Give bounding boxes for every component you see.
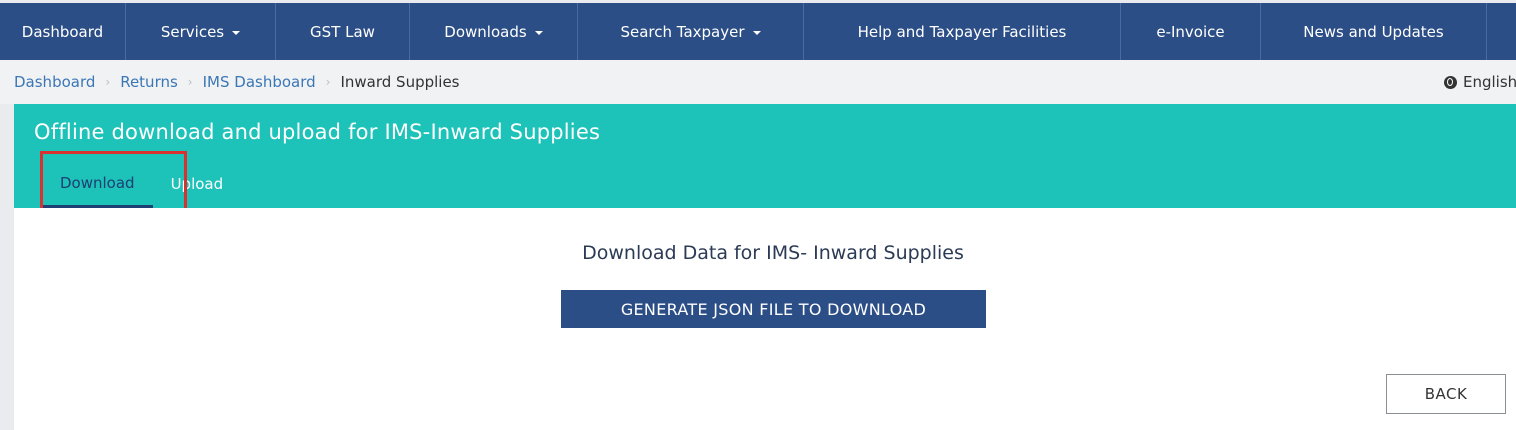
section-heading: Download Data for IMS- Inward Supplies [582,242,964,264]
caret-down-icon [232,30,241,35]
nav-item-label: Help and Taxpayer Facilities [857,22,1067,41]
breadcrumb-separator: › [187,75,193,89]
back-button[interactable]: BACK [1386,374,1506,414]
main-content: Download Data for IMS- Inward Supplies G… [14,208,1516,430]
nav-item-downloads[interactable]: Downloads [410,3,578,60]
nav-item-label: News and Updates [1303,22,1444,41]
nav-item-dashboard[interactable]: Dashboard [0,3,126,60]
language-selector[interactable]: English [1444,60,1516,104]
nav-item-news-updates[interactable]: News and Updates [1261,3,1487,60]
breadcrumb-item-current: Inward Supplies [340,73,460,91]
page: Dashboard Services GST Law Downloads Sea… [0,0,1516,430]
breadcrumb-item-ims-dashboard[interactable]: IMS Dashboard [203,73,316,91]
nav-item-label: Dashboard [21,22,104,41]
generate-json-button[interactable]: GENERATE JSON FILE TO DOWNLOAD [561,290,986,328]
breadcrumb-separator: › [105,75,111,89]
caret-down-icon [752,30,761,35]
language-label: English [1463,73,1516,91]
nav-item-label: Services [160,22,225,41]
page-header: Offline download and upload for IMS-Inwa… [14,104,1516,208]
nav-item-label: e-Invoice [1156,22,1225,41]
page-title: Offline download and upload for IMS-Inwa… [34,120,601,144]
breadcrumb-separator: › [325,75,331,89]
breadcrumb: Dashboard › Returns › IMS Dashboard › In… [0,60,1516,104]
nav-item-help-taxpayer-facilities[interactable]: Help and Taxpayer Facilities [804,3,1121,60]
tab-label: Upload [170,175,224,193]
nav-item-search-taxpayer[interactable]: Search Taxpayer [578,3,804,60]
tab-label: Download [60,173,135,192]
tab-download[interactable]: Download [42,160,153,208]
nav-item-services[interactable]: Services [126,3,276,60]
top-navigation: Dashboard Services GST Law Downloads Sea… [0,3,1516,60]
tab-upload[interactable]: Upload [153,160,242,208]
nav-item-label: GST Law [310,22,375,41]
breadcrumb-item-returns[interactable]: Returns [120,73,178,91]
globe-icon [1444,75,1457,89]
caret-down-icon [534,30,543,35]
tab-bar: Download Upload [42,160,241,208]
breadcrumb-item-dashboard[interactable]: Dashboard [14,73,95,91]
nav-item-gst-law[interactable]: GST Law [276,3,410,60]
nav-item-label: Downloads [444,22,527,41]
nav-item-label: Search Taxpayer [620,22,745,41]
nav-item-e-invoice[interactable]: e-Invoice [1121,3,1261,60]
